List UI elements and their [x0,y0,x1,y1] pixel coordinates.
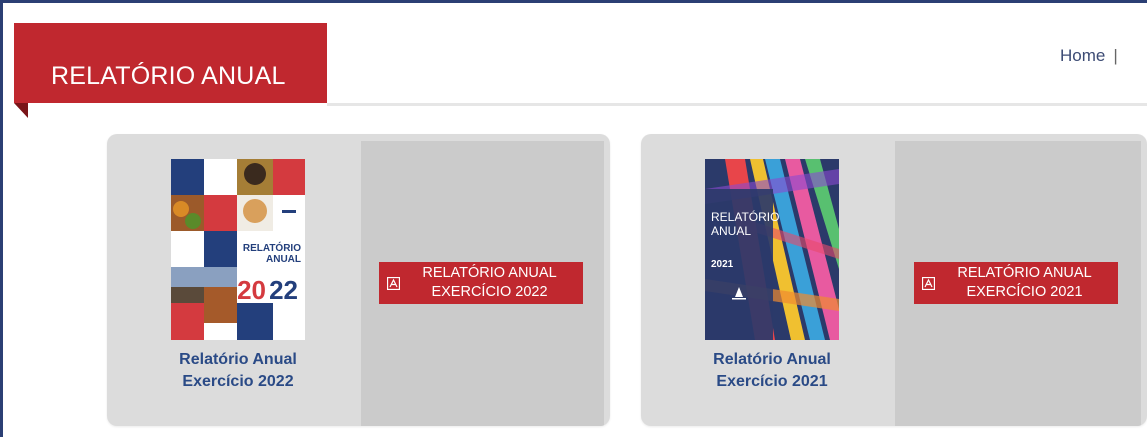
cover-2021-year: 2021 [711,259,734,270]
cover-2021-title-line2: ANUAL [711,224,751,238]
report-caption-line2: Exercício 2022 [182,373,294,390]
window-frame-left [0,0,3,437]
download-report-2022-button[interactable]: RELATÓRIO ANUAL EXERCÍCIO 2022 [379,262,583,304]
report-card-2022: RELATÓRIO ANUAL 20 22 Relatório Anual Ex… [107,134,610,426]
cover-2022-title-line2: ANUAL [266,254,301,265]
report-cover-2021[interactable]: RELATÓRIO ANUAL 2021 [705,159,839,340]
cover-2022-image: RELATÓRIO ANUAL 20 22 [171,159,305,340]
download-button-line1: RELATÓRIO ANUAL [422,265,557,281]
cover-2022-year-a: 20 [237,275,266,305]
cover-2021-title-line1: RELATÓRIO [711,209,779,224]
report-card-2021: RELATÓRIO ANUAL 2021 Relatório Anual Exe… [641,134,1147,426]
page-title: RELATÓRIO ANUAL [51,62,286,90]
cover-2022-title-line1: RELATÓRIO [243,241,301,254]
download-button-line2: EXERCÍCIO 2022 [431,284,548,300]
report-caption-2021[interactable]: Relatório Anual Exercício 2021 [672,349,872,393]
header-divider [327,103,1147,106]
pdf-icon [387,276,400,290]
window-frame-top [0,0,1147,3]
download-button-line2: EXERCÍCIO 2021 [966,284,1083,300]
download-button-line1: RELATÓRIO ANUAL [957,265,1092,281]
breadcrumb: Home | [1060,46,1124,66]
cover-2022-year-b: 22 [269,275,298,305]
report-caption-line1: Relatório Anual [713,351,831,368]
cover-2021-image: RELATÓRIO ANUAL 2021 [705,159,839,340]
title-tab-fold [14,103,28,118]
breadcrumb-separator: | [1113,46,1118,65]
report-caption-2022[interactable]: Relatório Anual Exercício 2022 [138,349,338,393]
download-report-2021-button[interactable]: RELATÓRIO ANUAL EXERCÍCIO 2021 [914,262,1118,304]
report-caption-line2: Exercício 2021 [716,373,828,390]
report-caption-line1: Relatório Anual [179,351,297,368]
pdf-icon [922,276,935,290]
breadcrumb-home-link[interactable]: Home [1060,46,1105,65]
report-cover-2022[interactable]: RELATÓRIO ANUAL 20 22 [171,159,305,340]
